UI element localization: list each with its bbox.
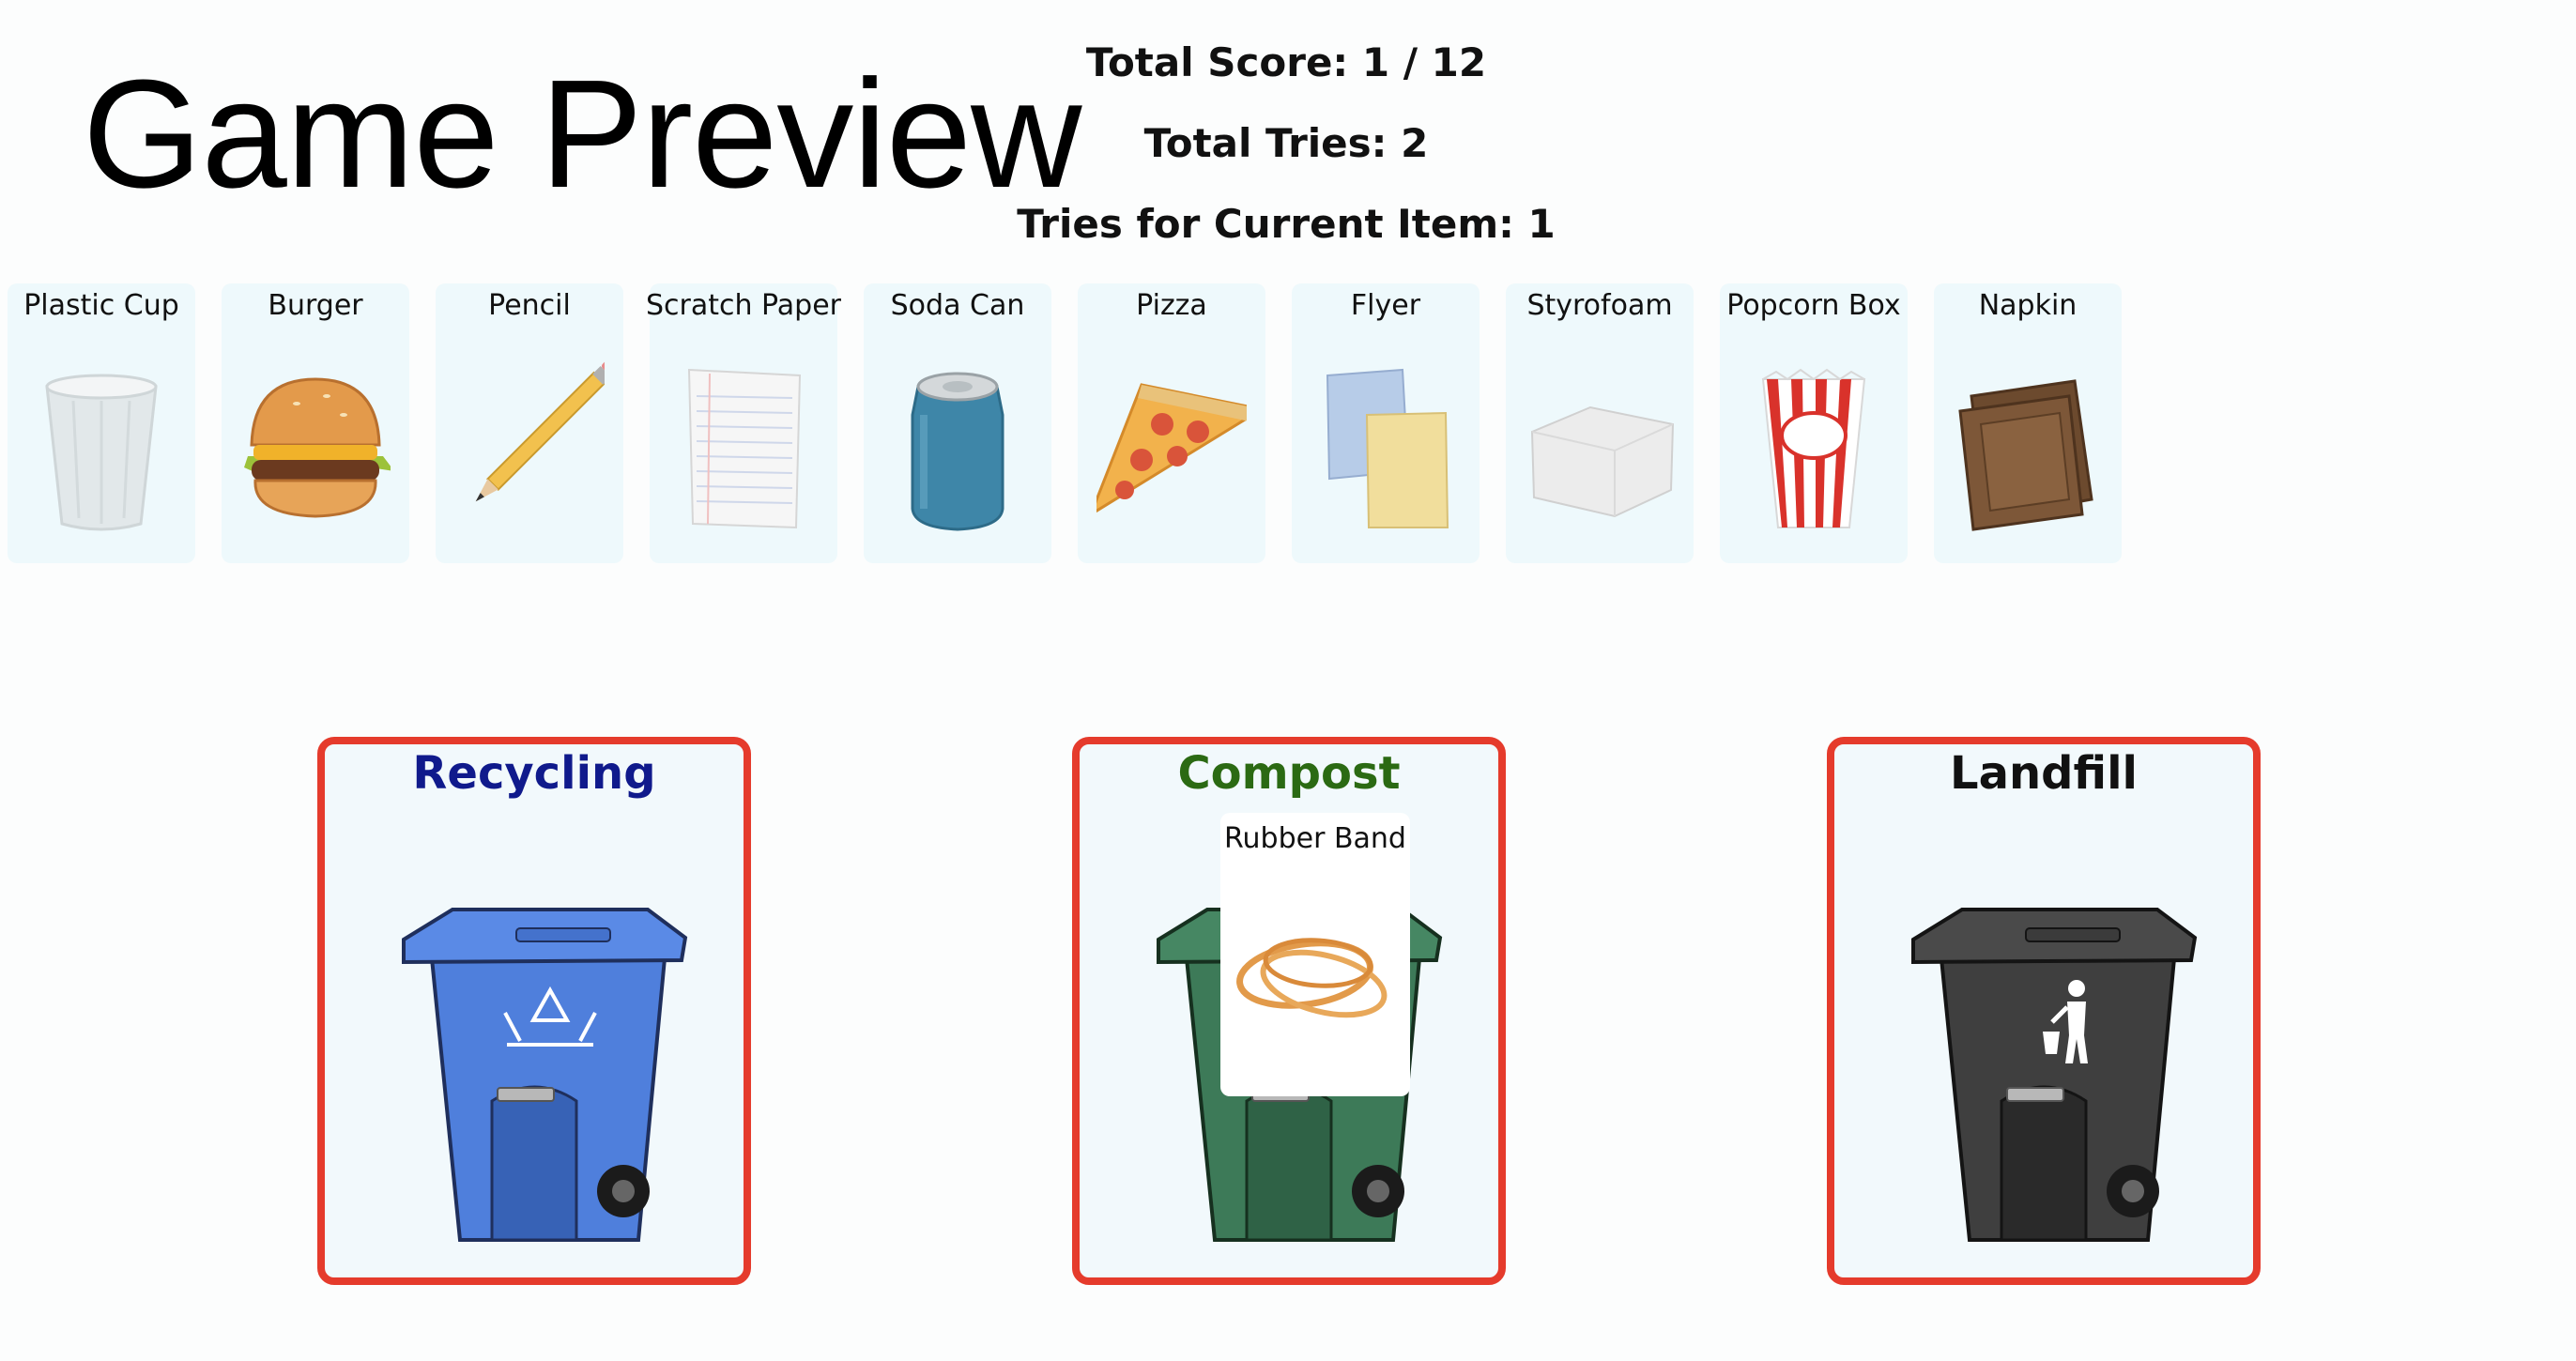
- bin-title-landfill: Landfill: [1950, 747, 2138, 800]
- item-label: Flyer: [1350, 289, 1421, 322]
- total-score: Total Score: 1 / 12: [1085, 39, 1487, 85]
- bin-landfill[interactable]: Landfill: [1827, 737, 2261, 1285]
- popcorn-box-icon: [1761, 368, 1866, 528]
- dragging-item-rubber-band[interactable]: Rubber Band: [1220, 813, 1410, 1096]
- item-label: Pizza: [1136, 289, 1207, 322]
- pencil-icon: [475, 360, 605, 502]
- item-label: Pencil: [488, 289, 571, 322]
- item-card-pizza[interactable]: Pizza: [1078, 283, 1265, 563]
- item-card-flyer[interactable]: Flyer: [1292, 283, 1480, 563]
- bin-title-recycling: Recycling: [412, 747, 656, 800]
- page-title: Game Preview: [83, 48, 1081, 220]
- current-item-tries: Tries for Current Item: 1: [1017, 201, 1556, 247]
- napkin-icon: [1958, 379, 2093, 531]
- item-card-pencil[interactable]: Pencil: [436, 283, 623, 563]
- black-landfill-bin-icon: [1911, 908, 2198, 1242]
- item-label: Popcorn Box: [1726, 289, 1901, 322]
- burger-icon: [244, 377, 391, 518]
- item-card-styrofoam[interactable]: Styrofoam: [1506, 283, 1694, 563]
- item-label: Scratch Paper: [645, 289, 842, 322]
- item-label: Napkin: [1978, 289, 2078, 322]
- dragging-item-label: Rubber Band: [1224, 822, 1406, 855]
- item-card-napkin[interactable]: Napkin: [1934, 283, 2122, 563]
- bin-recycling[interactable]: Recycling: [317, 737, 751, 1285]
- bin-title-compost: Compost: [1177, 747, 1401, 800]
- soda-can-icon: [911, 372, 1004, 531]
- item-label: Styrofoam: [1526, 289, 1673, 322]
- item-label: Plastic Cup: [23, 289, 179, 322]
- item-card-plastic-cup[interactable]: Plastic Cup: [8, 283, 195, 563]
- item-label: Soda Can: [890, 289, 1025, 322]
- flyer-icon: [1326, 368, 1449, 528]
- item-card-burger[interactable]: Burger: [222, 283, 409, 563]
- item-label: Burger: [268, 289, 363, 322]
- item-card-scratch-paper[interactable]: Scratch Paper: [646, 283, 841, 563]
- blue-recycling-bin-icon: [402, 908, 688, 1242]
- scratch-paper-icon: [687, 368, 802, 529]
- rubber-band-icon: [1236, 938, 1388, 1018]
- plastic-cup-icon: [45, 374, 158, 531]
- styrofoam-icon: [1530, 405, 1675, 518]
- pizza-icon: [1096, 383, 1247, 513]
- item-card-soda-can[interactable]: Soda Can: [864, 283, 1051, 563]
- total-tries: Total Tries: 2: [1143, 120, 1429, 166]
- item-card-popcorn-box[interactable]: Popcorn Box: [1720, 283, 1908, 563]
